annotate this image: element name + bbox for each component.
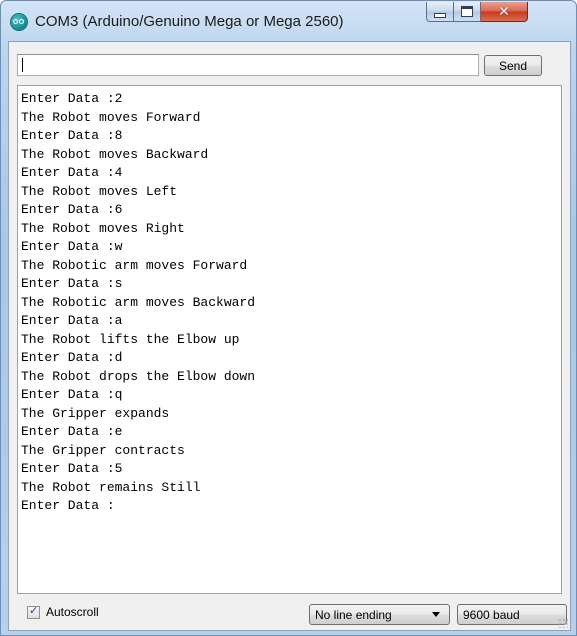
serial-output-line: Enter Data :s xyxy=(21,276,123,291)
serial-output-line: Enter Data : xyxy=(21,498,115,513)
serial-output-line: Enter Data :e xyxy=(21,424,123,439)
checkmark-icon: ✓ xyxy=(29,603,39,617)
minimize-icon xyxy=(434,13,446,18)
resize-grip-icon[interactable] xyxy=(558,618,568,628)
serial-output-line: The Robotic arm moves Backward xyxy=(21,294,256,310)
minimize-button[interactable] xyxy=(426,2,454,22)
close-icon: ✕ xyxy=(498,3,510,20)
send-button[interactable]: Send xyxy=(484,55,542,76)
serial-output[interactable]: Enter Data :2 The Robot moves Forward Ente… xyxy=(17,85,562,594)
text-cursor xyxy=(22,58,23,72)
serial-output-line: Enter Data :d xyxy=(21,350,123,365)
autoscroll-toggle[interactable]: ✓ Autoscroll xyxy=(27,603,99,619)
baud-rate-value: 9600 baud xyxy=(463,607,520,622)
serial-send-input[interactable] xyxy=(17,54,479,76)
autoscroll-checkbox[interactable]: ✓ xyxy=(27,603,40,619)
serial-output-line: The Gripper expands xyxy=(21,405,170,421)
line-ending-value: No line ending xyxy=(315,607,392,622)
footer-bar: ✓ Autoscroll No line ending 9600 baud xyxy=(9,598,570,630)
serial-output-line: Enter Data :5 xyxy=(21,461,123,476)
serial-output-line: Enter Data :4 xyxy=(21,165,123,180)
maximize-button[interactable] xyxy=(454,2,481,22)
line-ending-select[interactable]: No line ending xyxy=(309,604,450,625)
serial-output-line: The Robot moves Right xyxy=(21,220,185,236)
serial-output-line: The Robot moves Left xyxy=(21,183,178,199)
serial-monitor-window: COM3 (Arduino/Genuino Mega or Mega 2560)… xyxy=(0,0,577,636)
chevron-down-icon xyxy=(432,612,440,617)
serial-output-line: The Robot drops the Elbow down xyxy=(21,368,256,384)
serial-output-line: The Robot moves Backward xyxy=(21,146,209,162)
serial-output-lines: Enter Data :2 The Robot moves Forward Ente… xyxy=(18,86,561,516)
close-button[interactable]: ✕ xyxy=(481,2,528,22)
serial-output-line: The Robot lifts the Elbow up xyxy=(21,331,240,347)
baud-rate-select[interactable]: 9600 baud xyxy=(457,604,567,625)
arduino-infinity-icon xyxy=(11,14,27,30)
window-title: COM3 (Arduino/Genuino Mega or Mega 2560) xyxy=(35,13,344,30)
serial-output-line: The Robot remains Still xyxy=(21,479,201,495)
serial-output-line: Enter Data :q xyxy=(21,387,123,402)
serial-monitor-client: Send Enter Data :2 The Robot moves Forwar… xyxy=(8,41,571,631)
serial-output-line: Enter Data :2 xyxy=(21,91,123,106)
serial-output-line: Enter Data :w xyxy=(21,239,123,254)
maximize-icon xyxy=(461,6,473,17)
serial-output-line: The Robotic arm moves Forward xyxy=(21,257,248,273)
serial-output-line: Enter Data :8 xyxy=(21,128,123,143)
serial-output-line: Enter Data :6 xyxy=(21,202,123,217)
serial-output-line: Enter Data :a xyxy=(21,313,123,328)
serial-output-line: The Robot moves Forward xyxy=(21,109,201,125)
autoscroll-label: Autoscroll xyxy=(46,605,99,619)
serial-output-line: The Gripper contracts xyxy=(21,442,185,458)
title-bar[interactable]: COM3 (Arduino/Genuino Mega or Mega 2560)… xyxy=(1,1,576,41)
